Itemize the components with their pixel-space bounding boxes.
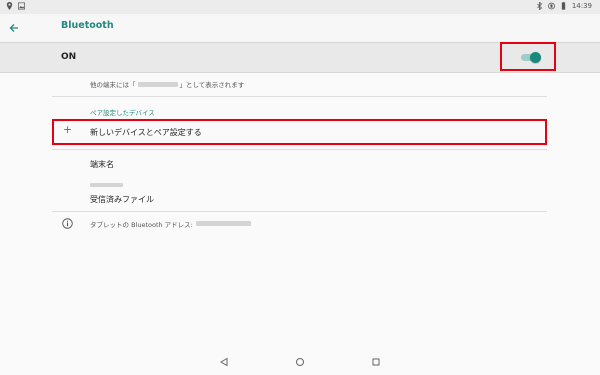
status-bar: 14:39 xyxy=(0,0,600,14)
battery-icon xyxy=(561,2,565,10)
blurred-device-name xyxy=(137,81,178,87)
blurred-device-name-value xyxy=(90,183,123,187)
divider xyxy=(52,96,547,97)
home-icon[interactable] xyxy=(295,357,305,367)
visibility-prefix: 他の端末には「 xyxy=(90,81,136,89)
status-time: 14:39 xyxy=(571,2,592,10)
blurred-address xyxy=(195,221,251,226)
received-files-item[interactable]: 受信済みファイル xyxy=(90,194,154,205)
image-icon xyxy=(18,2,25,10)
master-switch-label: ON xyxy=(61,52,77,62)
vibrate-icon xyxy=(547,2,555,10)
paired-devices-header: ペア設定したデバイス xyxy=(90,109,155,117)
back-arrow-icon[interactable] xyxy=(6,20,22,36)
info-icon xyxy=(62,218,73,229)
divider xyxy=(52,211,547,212)
app-bar: Bluetooth xyxy=(0,14,600,43)
device-name-value xyxy=(90,172,123,191)
highlight-box-pair-new xyxy=(52,119,547,145)
highlight-box-toggle xyxy=(500,42,556,71)
location-icon xyxy=(6,2,13,10)
device-name-label[interactable]: 端末名 xyxy=(90,159,114,170)
bluetooth-address-info: タブレットの Bluetooth アドレス: xyxy=(62,218,253,229)
visibility-suffix: 」として表示されます xyxy=(179,81,245,89)
bluetooth-icon xyxy=(537,2,542,10)
status-bar-right: 14:39 xyxy=(536,2,592,10)
divider xyxy=(52,149,547,150)
page-title: Bluetooth xyxy=(61,20,114,31)
visibility-text: 他の端末には「 」として表示されます xyxy=(90,79,244,89)
status-bar-left xyxy=(6,2,25,10)
navigation-bar xyxy=(0,350,600,375)
back-icon[interactable] xyxy=(219,357,229,367)
address-label: タブレットの Bluetooth アドレス: xyxy=(90,220,193,229)
recents-icon[interactable] xyxy=(371,357,381,367)
